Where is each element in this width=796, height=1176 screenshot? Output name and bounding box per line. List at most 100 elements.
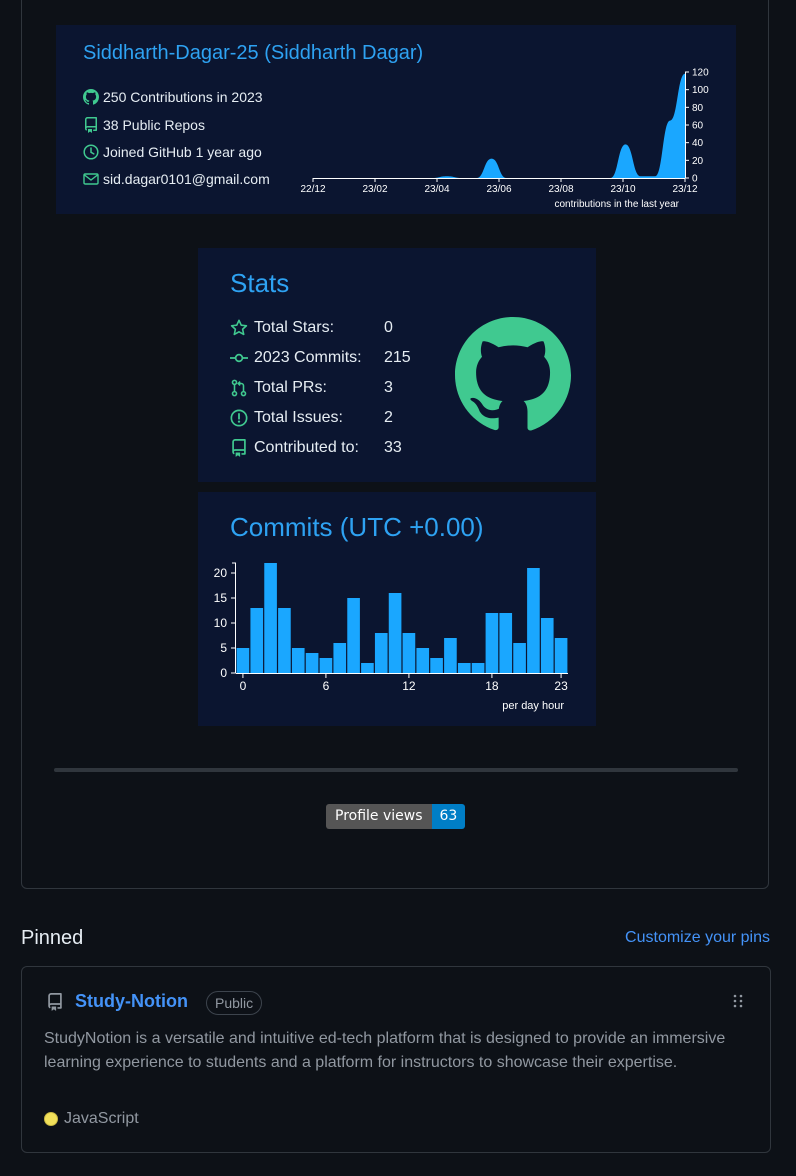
bar	[554, 638, 568, 673]
bar	[416, 648, 430, 673]
x-tick-label: 6	[323, 679, 330, 693]
x-tick-label: 23/12	[672, 184, 697, 195]
joined-row: Joined GitHub 1 year ago	[83, 144, 262, 160]
bar	[319, 658, 333, 673]
issue-icon	[230, 409, 248, 427]
repos-text: 38 Public Repos	[103, 117, 205, 133]
bar	[430, 658, 443, 673]
stats-card: Stats Total Stars: 0 2023 Commits: 215 T…	[198, 248, 596, 482]
stat-label: Total Issues:	[254, 409, 343, 426]
bar	[513, 643, 526, 673]
badge-label: Profile views	[326, 804, 432, 829]
x-tick-label: 23/02	[362, 184, 387, 195]
bar	[361, 663, 374, 673]
y-tick-label: 120	[692, 68, 709, 79]
y-tick-label: 20	[692, 156, 704, 167]
repo-description: StudyNotion is a versatile and intuitive…	[44, 1030, 726, 1071]
clock-icon	[83, 144, 99, 160]
x-tick-label: 23/06	[486, 184, 511, 195]
repo-language: JavaScript	[44, 1110, 139, 1128]
bar	[236, 648, 250, 673]
stat-row-commits: 2023 Commits: 215	[230, 348, 411, 368]
email-text: sid.dagar0101@gmail.com	[103, 171, 270, 187]
stat-row-contributed: Contributed to: 33	[230, 438, 402, 458]
badge-count: 63	[431, 804, 466, 829]
bar	[264, 563, 277, 673]
y-tick-label: 40	[692, 138, 704, 149]
star-icon	[230, 319, 248, 336]
commit-icon	[230, 353, 248, 363]
y-axis	[232, 562, 236, 674]
y-tick-label: 80	[692, 103, 704, 114]
x-tick-label: 22/12	[300, 184, 325, 195]
github-logo-icon	[455, 317, 571, 431]
customize-pins-link[interactable]: Customize your pins	[625, 929, 770, 947]
profile-views-badge: Profile views 63	[326, 804, 466, 829]
stat-label: Total Stars:	[254, 319, 335, 336]
stat-value: 3	[384, 379, 393, 396]
y-tick-label: 0	[692, 174, 698, 185]
stat-label: Total PRs:	[254, 379, 327, 396]
divider	[54, 768, 738, 772]
stat-value: 215	[384, 349, 411, 366]
bar	[527, 568, 540, 673]
bar	[347, 598, 360, 673]
bar	[305, 653, 319, 673]
pinned-heading: Pinned	[21, 927, 84, 949]
x-tick-label: 23/08	[548, 184, 573, 195]
joined-text: Joined GitHub 1 year ago	[103, 144, 262, 160]
bar	[457, 663, 471, 673]
commits-title: Commits (UTC +0.00)	[230, 512, 484, 542]
bar	[402, 633, 416, 673]
bar	[388, 593, 402, 673]
repo-icon	[85, 117, 97, 133]
stat-label: 2023 Commits:	[254, 349, 362, 366]
bar	[333, 643, 347, 673]
x-tick-label: 0	[240, 679, 247, 693]
github-icon	[83, 89, 99, 105]
stat-value: 0	[384, 319, 393, 336]
x-axis-label: contributions in the last year	[554, 199, 679, 210]
bar	[374, 633, 388, 673]
commits-bar-chart: 0 5 10 15 20 0 6 12 18 23 per day hour	[214, 562, 568, 712]
y-tick-label: 60	[692, 121, 704, 132]
repos-row: 38 Public Repos	[83, 117, 205, 133]
contributions-area-chart: 22/12 23/02 23/04 23/06 23/08 23/10 23/120 20 40…	[300, 68, 709, 211]
stat-value: 2	[384, 409, 393, 426]
bar	[471, 663, 485, 673]
stats-title: Stats	[230, 268, 290, 298]
x-tick-label: 23/04	[424, 184, 449, 195]
y-tick-label: 5	[220, 641, 227, 655]
x-tick-label: 18	[485, 679, 499, 693]
profile-title: Siddharth-Dagar-25 (Siddharth Dagar)	[83, 42, 424, 64]
y-tick-label: 0	[220, 666, 227, 680]
bar	[485, 613, 499, 673]
x-axis-label: per day hour	[502, 700, 564, 712]
repo-name-link[interactable]: Study-Notion	[75, 991, 188, 1012]
pull-request-icon	[231, 379, 247, 397]
stat-value: 33	[384, 439, 402, 456]
bar	[250, 608, 264, 673]
drag-handle-icon[interactable]	[732, 993, 744, 1009]
pinned-repo-card[interactable]: Study-Notion Public StudyNotion is a ver…	[21, 966, 771, 1153]
language-name: JavaScript	[64, 1110, 139, 1127]
bar	[499, 613, 513, 673]
y-tick-label: 10	[214, 616, 228, 630]
commits-card: Commits (UTC +0.00) 0 5 10 15 20 0 6 12 18 23 per …	[198, 492, 596, 726]
contributions-row: 250 Contributions in 2023	[83, 89, 263, 105]
language-color-dot	[44, 1112, 58, 1126]
bar	[278, 608, 291, 673]
bar	[444, 638, 457, 673]
area-series	[313, 73, 685, 178]
x-tick-label: 23	[554, 679, 568, 693]
stat-label: Contributed to:	[254, 439, 359, 456]
bar	[540, 618, 554, 673]
mail-icon	[83, 173, 99, 185]
profile-summary-card: Siddharth-Dagar-25 (Siddharth Dagar) 250…	[56, 25, 736, 214]
y-tick-label: 15	[214, 591, 228, 605]
stat-row-stars: Total Stars: 0	[230, 318, 393, 338]
repo-icon	[48, 993, 62, 1011]
bar	[291, 648, 305, 673]
stat-row-issues: Total Issues: 2	[230, 408, 393, 428]
repo-icon	[232, 439, 246, 457]
